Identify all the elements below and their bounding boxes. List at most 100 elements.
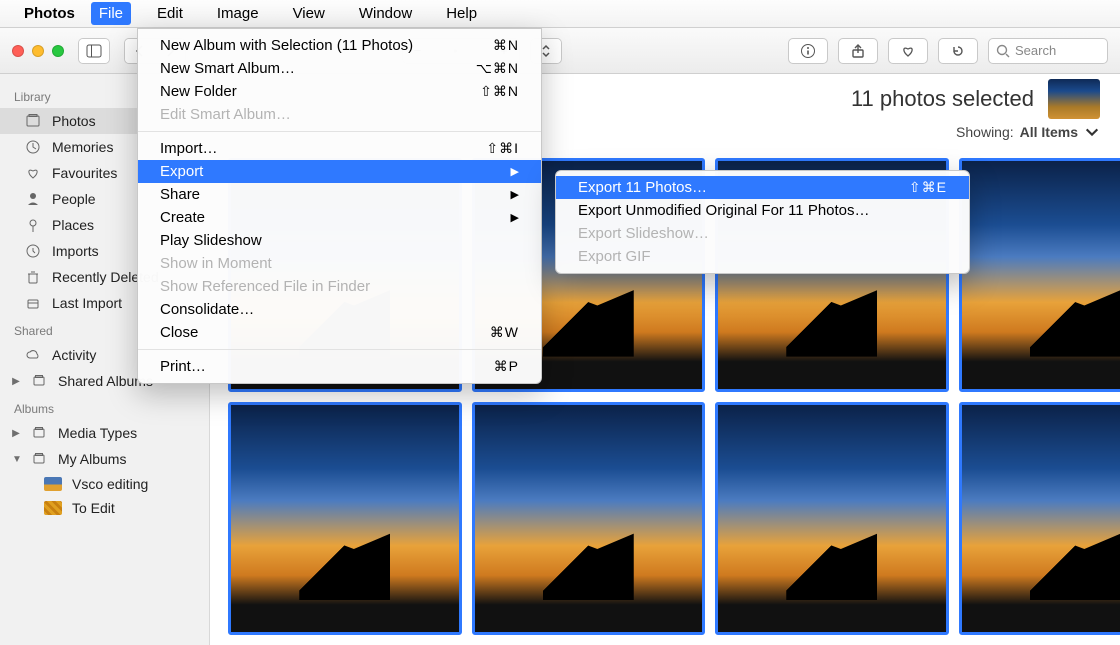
trash-icon <box>24 268 42 286</box>
menu-item-print[interactable]: Print… ⌘P <box>138 355 541 378</box>
sidebar-toggle-segment <box>78 38 110 64</box>
menu-separator <box>138 349 541 350</box>
menu-shortcut: ⌘P <box>494 358 519 375</box>
disclosure-triangle-icon[interactable]: ▶ <box>12 428 20 439</box>
share-icon <box>850 43 866 59</box>
rotate-button[interactable] <box>938 38 978 64</box>
sidebar-item-vsco-editing[interactable]: Vsco editing <box>0 472 209 496</box>
photo-thumbnail[interactable] <box>959 402 1120 636</box>
album-thumbnail-icon <box>44 477 62 491</box>
sidebar-item-label: Memories <box>52 139 113 155</box>
menu-item-new-smart-album[interactable]: New Smart Album…⌥⌘N <box>138 57 541 80</box>
menu-item-label: Show Referenced File in Finder <box>160 278 370 295</box>
search-field[interactable]: Search <box>988 38 1108 64</box>
sidebar-item-label: Activity <box>52 347 96 363</box>
menu-item-consolidate[interactable]: Consolidate… <box>138 298 541 321</box>
menu-item-label: New Album with Selection (11 Photos) <box>160 37 413 54</box>
submenu-arrow-icon: ▶ <box>511 211 519 224</box>
menu-item-label: Edit Smart Album… <box>160 106 291 123</box>
sidebar-item-label: Favourites <box>52 165 117 181</box>
share-button[interactable] <box>838 38 878 64</box>
menu-item-label: Import… <box>160 140 218 157</box>
export-submenu: Export 11 Photos…⇧⌘E Export Unmodified Or… <box>555 170 970 274</box>
photo-thumbnail[interactable] <box>715 402 949 636</box>
clock2-icon <box>24 242 42 260</box>
search-placeholder: Search <box>1015 43 1056 58</box>
menu-shortcut: ⇧⌘N <box>480 83 519 100</box>
minimize-window-icon[interactable] <box>32 45 44 57</box>
sidebar-item-label: Media Types <box>58 425 137 441</box>
photo-thumbnail[interactable] <box>959 158 1120 392</box>
heart-icon <box>900 43 916 59</box>
sidebar-item-label: People <box>52 191 96 207</box>
menu-item-label: Close <box>160 324 198 341</box>
menu-item-play-slideshow[interactable]: Play Slideshow <box>138 229 541 252</box>
info-icon <box>800 43 816 59</box>
menu-file[interactable]: File <box>91 2 131 25</box>
info-button[interactable] <box>788 38 828 64</box>
menu-item-edit-smart-album: Edit Smart Album… <box>138 103 541 126</box>
menu-item-label: Export Unmodified Original For 11 Photos… <box>578 202 870 219</box>
sidebar-item-label: Last Import <box>52 295 122 311</box>
sidebar-item-label: To Edit <box>72 500 115 516</box>
menu-item-label: Create <box>160 209 205 226</box>
search-icon <box>995 43 1011 59</box>
menu-item-label: Play Slideshow <box>160 232 262 249</box>
menu-item-import[interactable]: Import… ⇧⌘I <box>138 137 541 160</box>
chevron-down-icon <box>1084 124 1100 140</box>
showing-value[interactable]: All Items <box>1020 124 1078 140</box>
menu-item-new-folder[interactable]: New Folder ⇧⌘N <box>138 80 541 103</box>
favourite-button[interactable] <box>888 38 928 64</box>
sidebar-toggle-button[interactable] <box>79 39 109 63</box>
menu-item-label: Export <box>160 163 203 180</box>
menu-item-label: Print… <box>160 358 206 375</box>
menu-window[interactable]: Window <box>351 2 420 25</box>
menu-item-label: New Folder <box>160 83 237 100</box>
sidebar-item-label: Photos <box>52 113 96 129</box>
disclosure-triangle-icon[interactable]: ▶ <box>12 376 20 387</box>
photos-icon <box>24 112 42 130</box>
close-window-icon[interactable] <box>12 45 24 57</box>
rotate-icon <box>950 43 966 59</box>
menu-item-label: Export GIF <box>578 248 651 265</box>
menu-view[interactable]: View <box>285 2 333 25</box>
menu-item-create[interactable]: Create ▶ <box>138 206 541 229</box>
menu-item-label: Export 11 Photos… <box>578 179 707 196</box>
menu-item-share[interactable]: Share ▶ <box>138 183 541 206</box>
menu-item-label: Export Slideshow… <box>578 225 709 242</box>
menu-item-export-11-photos[interactable]: Export 11 Photos…⇧⌘E <box>556 176 969 199</box>
menu-shortcut: ⌘N <box>493 37 519 54</box>
clock-icon <box>24 138 42 156</box>
menu-item-export[interactable]: Export▶ <box>138 160 541 183</box>
selection-count-label: 11 photos selected <box>851 86 1034 112</box>
fullscreen-window-icon[interactable] <box>52 45 64 57</box>
menu-item-new-album-with-selection-11-photos[interactable]: New Album with Selection (11 Photos) ⌘N <box>138 34 541 57</box>
sidebar-item-label: My Albums <box>58 451 126 467</box>
stack-icon <box>30 372 48 390</box>
menu-separator <box>138 131 541 132</box>
submenu-arrow-icon: ▶ <box>511 188 519 201</box>
box-icon <box>24 294 42 312</box>
menu-shortcut: ⇧⌘I <box>486 140 519 157</box>
sidebar-item-my-albums[interactable]: ▼ My Albums <box>0 446 209 472</box>
menu-edit[interactable]: Edit <box>149 2 191 25</box>
menu-item-label: Share <box>160 186 200 203</box>
menu-item-export-unmodified-original-for-11-photos[interactable]: Export Unmodified Original For 11 Photos… <box>556 199 969 222</box>
menu-image[interactable]: Image <box>209 2 267 25</box>
sidebar-item-label: Vsco editing <box>72 476 148 492</box>
app-name[interactable]: Photos <box>24 5 75 22</box>
menu-help[interactable]: Help <box>438 2 485 25</box>
menu-shortcut: ⌘W <box>490 324 519 341</box>
photo-thumbnail[interactable] <box>472 402 706 636</box>
showing-label: Showing: <box>956 124 1014 140</box>
person-icon <box>24 190 42 208</box>
sidebar-item-label: Imports <box>52 243 99 259</box>
sidebar-item-to-edit[interactable]: To Edit <box>0 496 209 520</box>
heart-icon <box>24 164 42 182</box>
menu-item-show-referenced-file-in-finder: Show Referenced File in Finder <box>138 275 541 298</box>
menu-item-close[interactable]: Close ⌘W <box>138 321 541 344</box>
sidebar-item-media-types[interactable]: ▶ Media Types <box>0 420 209 446</box>
mac-menubar: Photos File Edit Image View Window Help <box>0 0 1120 28</box>
disclosure-triangle-icon[interactable]: ▼ <box>12 454 20 465</box>
photo-thumbnail[interactable] <box>228 402 462 636</box>
